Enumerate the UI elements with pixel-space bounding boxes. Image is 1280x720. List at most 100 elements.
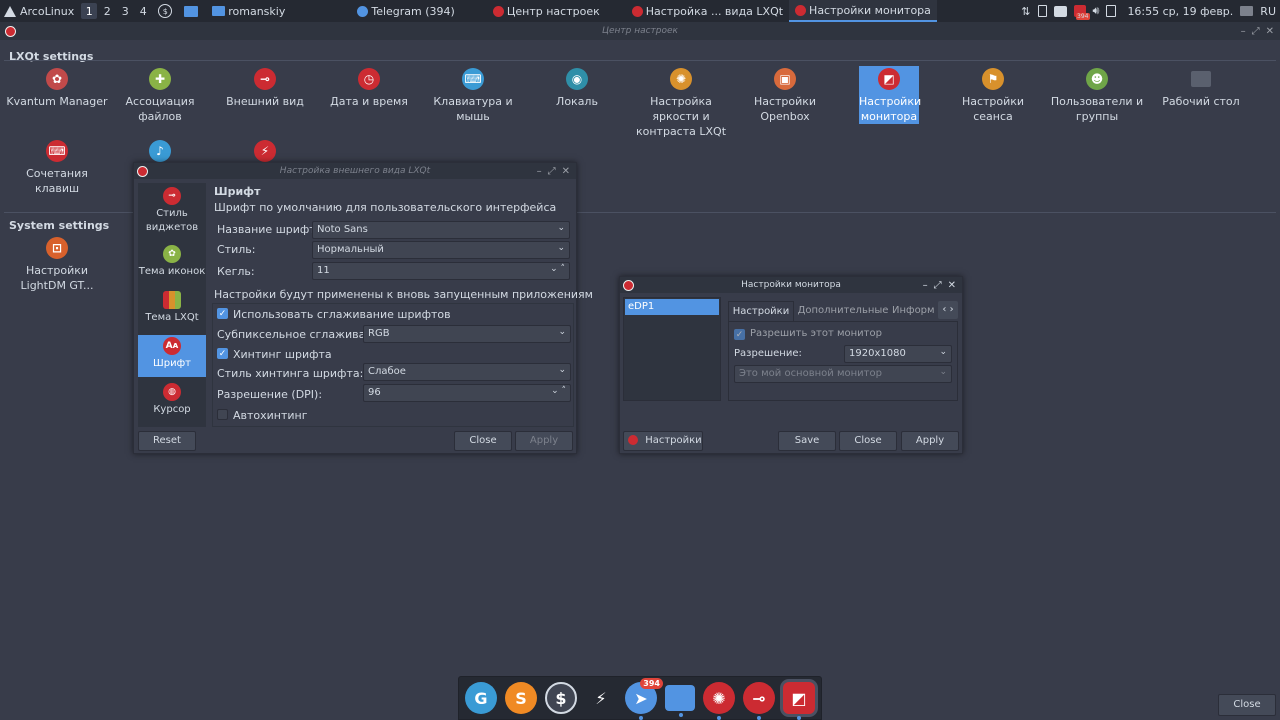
item-appearance[interactable]: ⊸ Внешний вид bbox=[213, 66, 317, 109]
sidebar-item-icon-theme[interactable]: ✿ Тема иконок bbox=[138, 243, 206, 285]
telegram-dock-icon[interactable]: ➤ 394 bbox=[625, 678, 663, 720]
item-label: Настройки Openbox bbox=[753, 95, 817, 123]
hint-style-combo[interactable]: Слабое ⌄ bbox=[363, 363, 571, 381]
item-kvantum-manager[interactable]: ✿ Kvantum Manager bbox=[5, 66, 109, 109]
item-date-time[interactable]: ◷ Дата и время bbox=[317, 66, 421, 109]
main-close-button[interactable]: Close bbox=[1218, 694, 1276, 716]
appearance-close-button[interactable]: Close bbox=[454, 431, 512, 451]
dpi-label: Разрешение (DPI): bbox=[217, 388, 323, 401]
item-session-settings[interactable]: ⚑ Настройки сеанса bbox=[941, 66, 1045, 124]
autohint-checkbox[interactable] bbox=[217, 409, 228, 420]
spin-arrows-icon[interactable]: ⌄ ˄ bbox=[551, 386, 566, 396]
dpi-spinbox[interactable]: 96 ⌄ ˄ bbox=[363, 384, 571, 402]
appearance-apply-button[interactable]: Apply bbox=[515, 431, 573, 451]
size-value: 11 bbox=[317, 265, 330, 276]
subpixel-combo[interactable]: RGB ⌄ bbox=[363, 325, 571, 343]
task-monitor[interactable]: Настройки монитора bbox=[789, 0, 937, 22]
clock[interactable]: 16:55 ср, 19 февр. bbox=[1127, 5, 1233, 18]
reset-button[interactable]: Reset bbox=[138, 431, 196, 451]
item-keyboard-mouse[interactable]: ⌨ Клавиатура и мышь bbox=[421, 66, 525, 124]
appearance-dock-icon[interactable]: ⊸ bbox=[743, 682, 775, 720]
maximize-icon[interactable]: ⤢ bbox=[934, 280, 942, 291]
monitor-settings-button[interactable]: Настройки bbox=[623, 431, 703, 451]
appearance-titlebar[interactable]: Настройка внешнего вида LXQt – ⤢ ✕ bbox=[134, 163, 576, 179]
brightness-dock-icon[interactable]: ✺ bbox=[703, 682, 735, 720]
dollar-icon[interactable]: $ bbox=[154, 0, 176, 22]
font-heading: Шрифт bbox=[214, 185, 261, 198]
item-openbox[interactable]: ▣ Настройки Openbox bbox=[733, 66, 837, 124]
resolution-label: Разрешение: bbox=[734, 348, 802, 359]
section-divider bbox=[4, 60, 1276, 61]
network-icon[interactable]: ⇅ bbox=[1021, 5, 1030, 18]
item-file-associations[interactable]: ✚ Ассоциация файлов bbox=[108, 66, 212, 124]
sidebar-item-cursor[interactable]: ◍ Курсор bbox=[138, 381, 206, 423]
terminal-dollar-icon[interactable]: $ bbox=[545, 682, 577, 714]
desktop-4[interactable]: 4 bbox=[135, 3, 151, 19]
folder-dock-icon[interactable] bbox=[665, 685, 695, 717]
clipboard-icon[interactable] bbox=[1106, 5, 1117, 17]
style-combo[interactable]: Нормальный ⌄ bbox=[312, 241, 570, 259]
close-icon[interactable]: ✕ bbox=[1266, 26, 1274, 37]
item-label: Дата и время bbox=[330, 95, 408, 108]
monitor-dock-icon[interactable]: ◩ bbox=[783, 682, 815, 720]
item-users-groups[interactable]: ☻ Пользователи и группы bbox=[1045, 66, 1149, 124]
item-keyboard-shortcuts[interactable]: ⌨ Сочетания клавиш bbox=[5, 138, 109, 196]
volume-icon[interactable]: 🔊︎ bbox=[1093, 4, 1100, 18]
task-folder[interactable]: romanskiy bbox=[206, 0, 291, 22]
desktop-2[interactable]: 2 bbox=[99, 3, 115, 19]
output-item-edp1[interactable]: eDP1 bbox=[625, 299, 719, 315]
app-menu-button[interactable]: ArcoLinux bbox=[0, 0, 78, 22]
tab-scroll-icon[interactable]: ‹ › bbox=[938, 301, 958, 319]
size-spinbox[interactable]: 11 ⌄ ˄ bbox=[312, 262, 570, 280]
file-manager-icon[interactable] bbox=[176, 0, 206, 22]
sublime-icon[interactable]: S bbox=[505, 682, 537, 714]
monitor-apply-button[interactable]: Apply bbox=[901, 431, 959, 451]
keyboard-layout[interactable]: RU bbox=[1260, 5, 1276, 18]
minimize-icon[interactable]: – bbox=[923, 280, 928, 291]
gimp-icon[interactable]: G bbox=[465, 682, 497, 714]
tab-settings[interactable]: Настройки bbox=[728, 301, 794, 321]
antialias-checkbox[interactable]: ✓ bbox=[217, 308, 228, 319]
item-locale[interactable]: ◉ Локаль bbox=[525, 66, 629, 109]
monitor-close-button[interactable]: Close bbox=[839, 431, 897, 451]
item-desktop[interactable]: Рабочий стол bbox=[1149, 66, 1253, 109]
folder-tray-icon[interactable] bbox=[1240, 6, 1254, 16]
appearance-dialog: Настройка внешнего вида LXQt – ⤢ ✕ ⊸ Сти… bbox=[133, 162, 593, 454]
enable-monitor-checkbox[interactable]: ✓ bbox=[734, 329, 745, 340]
minimize-icon[interactable]: – bbox=[537, 166, 542, 177]
task-appearance[interactable]: Настройка ... вида LXQt bbox=[626, 0, 789, 22]
task-settings-center[interactable]: Центр настроек bbox=[487, 0, 606, 22]
sidebar-item-font[interactable]: Aᴀ Шрифт bbox=[138, 335, 206, 377]
sidebar-item-lxqt-theme[interactable]: Тема LXQt bbox=[138, 289, 206, 331]
sidebar-item-widget-style[interactable]: ⊸ Стиль виджетов bbox=[138, 185, 206, 237]
item-lightdm[interactable]: ⊡ Настройки LightDM GT... bbox=[5, 235, 109, 293]
desktop-1[interactable]: 1 bbox=[81, 3, 98, 19]
resolution-combo[interactable]: 1920x1080 ⌄ bbox=[844, 345, 952, 363]
close-icon[interactable]: ✕ bbox=[562, 166, 570, 177]
tab-advanced[interactable]: Дополнительные bbox=[796, 301, 890, 321]
desktop-3[interactable]: 3 bbox=[117, 3, 133, 19]
dialog-title: Настройка внешнего вида LXQt bbox=[279, 166, 431, 176]
battery-app-icon[interactable]: ⚡ bbox=[585, 682, 617, 714]
item-monitor-settings[interactable]: ◩ Настройки монитора bbox=[859, 66, 921, 124]
tab-information[interactable]: Информ bbox=[892, 301, 938, 321]
resolution-value: 1920x1080 bbox=[849, 348, 906, 359]
settings-center-titlebar[interactable]: Центр настроек – ⤢ ✕ bbox=[0, 22, 1280, 40]
item-brightness[interactable]: ✺ Настройка яркости и контраста LXQt bbox=[629, 66, 733, 139]
monitor-titlebar[interactable]: Настройки монитора – ⤢ ✕ bbox=[620, 277, 962, 293]
primary-monitor-combo[interactable]: Это мой основной монитор ⌄ bbox=[734, 365, 952, 383]
tray-app-icon[interactable]: 394 bbox=[1073, 5, 1090, 20]
font-name-combo[interactable]: Noto Sans ⌄ bbox=[312, 221, 570, 239]
spin-arrows-icon[interactable]: ⌄ ˄ bbox=[550, 264, 565, 274]
image-icon[interactable] bbox=[1053, 5, 1067, 17]
battery-icon[interactable] bbox=[1037, 5, 1047, 17]
maximize-icon[interactable]: ⤢ bbox=[1252, 26, 1260, 37]
openbox-icon: ▣ bbox=[774, 68, 796, 90]
font-icon: Aᴀ bbox=[163, 337, 181, 355]
hinting-checkbox[interactable]: ✓ bbox=[217, 348, 228, 359]
close-icon[interactable]: ✕ bbox=[948, 280, 956, 291]
monitor-save-button[interactable]: Save bbox=[778, 431, 836, 451]
task-telegram[interactable]: Telegram (394) bbox=[351, 0, 460, 22]
minimize-icon[interactable]: – bbox=[1241, 26, 1246, 37]
maximize-icon[interactable]: ⤢ bbox=[548, 166, 556, 177]
